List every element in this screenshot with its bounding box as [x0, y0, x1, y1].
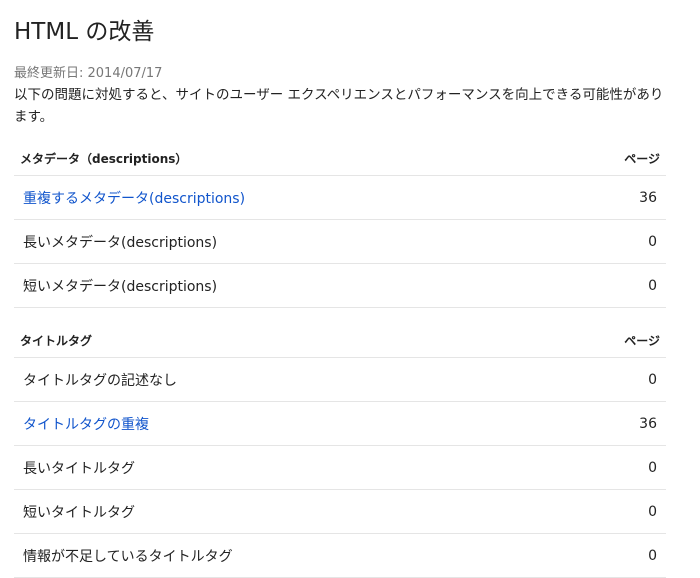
long-meta-descriptions-label: 長いメタデータ(descriptions): [23, 234, 218, 251]
missing-title-tags-label: タイトルタグの記述なし: [23, 372, 177, 389]
duplicate-title-tags-link[interactable]: タイトルタグの重複: [23, 414, 149, 434]
table-row[interactable]: タイトルタグの重複 36: [14, 402, 666, 446]
table-row: タイトルタグの記述なし 0: [14, 358, 666, 402]
page-count: 0: [648, 459, 657, 476]
page-count: 36: [639, 189, 657, 206]
pages-column-header: ページ: [624, 334, 660, 348]
table-row: 情報が不足しているタイトルタグ 0: [14, 534, 666, 578]
non-informative-title-tags-label: 情報が不足しているタイトルタグ: [23, 548, 233, 565]
long-title-tags-label: 長いタイトルタグ: [23, 460, 135, 477]
duplicate-meta-descriptions-link[interactable]: 重複するメタデータ(descriptions): [23, 188, 245, 208]
page-description: 以下の問題に対処すると、サイトのユーザー エクスペリエンスとパフォーマンスを向上…: [14, 87, 664, 125]
section-title: タイトルタグ: [20, 334, 93, 348]
meta-descriptions-header: メタデータ（descriptions） ページ: [14, 142, 666, 176]
page-count: 0: [648, 503, 657, 520]
last-updated-text: 最終更新日: 2014/07/17: [14, 66, 163, 81]
page-title: HTML の改善: [14, 19, 155, 45]
table-row: 短いタイトルタグ 0: [14, 490, 666, 534]
page-count: 0: [648, 233, 657, 250]
table-row[interactable]: 重複するメタデータ(descriptions) 36: [14, 176, 666, 220]
table-row: 長いメタデータ(descriptions) 0: [14, 220, 666, 264]
page-count: 0: [648, 547, 657, 564]
page-count: 0: [648, 277, 657, 294]
short-meta-descriptions-label: 短いメタデータ(descriptions): [23, 278, 218, 295]
page-count: 0: [648, 371, 657, 388]
pages-column-header: ページ: [624, 152, 660, 166]
section-title: メタデータ（descriptions）: [20, 152, 188, 166]
title-tags-header: タイトルタグ ページ: [14, 324, 666, 358]
title-tags-section: タイトルタグ ページ タイトルタグの記述なし 0 タイトルタグの重複 36 長い…: [14, 324, 666, 578]
meta-descriptions-section: メタデータ（descriptions） ページ 重複するメタデータ(descri…: [14, 142, 666, 308]
page-count: 36: [639, 415, 657, 432]
table-row: 短いメタデータ(descriptions) 0: [14, 264, 666, 308]
short-title-tags-label: 短いタイトルタグ: [23, 504, 135, 521]
table-row: 長いタイトルタグ 0: [14, 446, 666, 490]
